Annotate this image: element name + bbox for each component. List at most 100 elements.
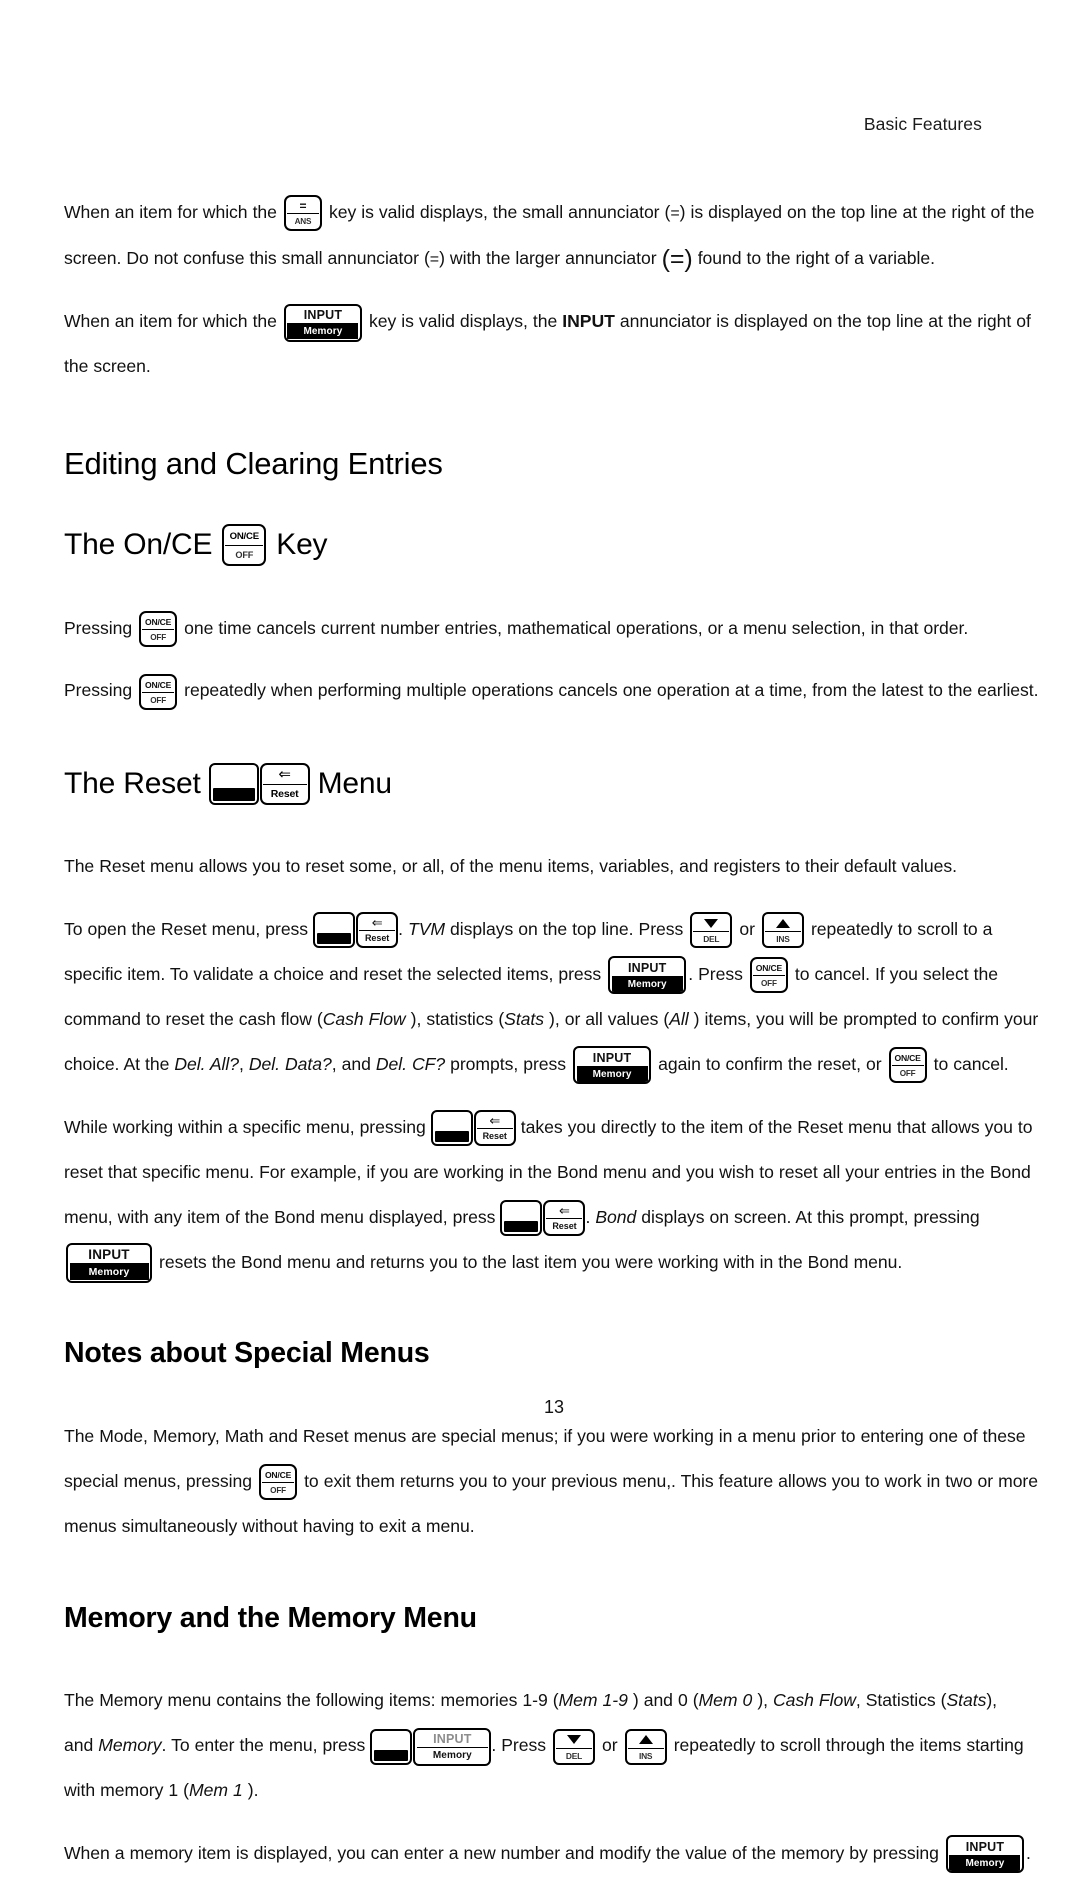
reset-p2-text-g: ), statistics ( (410, 1008, 505, 1029)
reset-key-bottom-label-3: Reset (552, 1220, 577, 1231)
heading-the-reset-menu: The Reset ⇐ Reset Menu (64, 762, 1044, 805)
del-all-prompt: Del. All? (174, 1053, 240, 1074)
stats-term-1: Stats (504, 1008, 544, 1029)
editing-paragraph-2: Pressing ON/CE OFF repeatedly when perfor… (64, 668, 1044, 713)
heading-editing-and-clearing-entries: Editing and Clearing Entries (64, 445, 443, 481)
input-memory-key-icon-3: INPUT Memory (573, 1046, 652, 1085)
tvm-term: TVM (408, 918, 445, 939)
input-memory-key-icon-5: INPUT Memory (945, 1835, 1024, 1874)
memory-paragraph-2: When a memory item is displayed, you can… (64, 1831, 1044, 1876)
intro-p2-text-b: key is valid displays, the (368, 311, 558, 332)
memory-p1-text-g: . Press (491, 1735, 546, 1756)
on-ce-key-bottom-label-2: OFF (150, 695, 166, 705)
on-ce-key-bottom-label-3: OFF (760, 979, 777, 989)
input-key-top-label-2: INPUT (611, 960, 683, 977)
intro-p1-text-e: found to the right of a variable. (697, 247, 935, 268)
reset-paragraph-3: While working within a specific menu, pr… (64, 1105, 1044, 1285)
on-ce-key-top-label: ON/CE (225, 527, 264, 546)
del-key-bottom-label: DEL (703, 934, 720, 945)
memory-p1-text-c: ), (757, 1690, 768, 1711)
second-function-key-icon-1 (313, 912, 356, 949)
input-key-top-label: INPUT (287, 307, 359, 325)
equals-annunciator-small-2: = (429, 250, 440, 268)
del-key-down-arrow-icon (693, 915, 730, 933)
reset-key-arrow-icon-2: ⇐ (476, 1113, 513, 1129)
memory-paragraph-1: The Memory menu contains the following i… (64, 1678, 1044, 1813)
input-key-bottom-label-2: Memory (611, 976, 683, 992)
cash-flow-term-2: Cash Flow (773, 1690, 856, 1711)
ins-key-up-arrow-icon (764, 915, 801, 933)
bond-term: Bond (595, 1206, 637, 1227)
memory-p2-text-b: . (1025, 1842, 1031, 1863)
memory-p1-text-f: . To enter the menu, press (161, 1735, 366, 1756)
notes-paragraph-1: The Mode, Memory, Math and Reset menus a… (64, 1414, 1044, 1549)
reset-key-icon-heading: ⇐ Reset (259, 762, 310, 805)
reset-p3-text-c: . (585, 1206, 591, 1227)
intro-paragraph-1: When an item for which the = ANS key is v… (64, 190, 1044, 282)
heading-notes-about-special-menus: Notes about Special Menus (64, 1337, 430, 1370)
reset-key-bottom-label-1: Reset (364, 933, 390, 944)
second-key-blank-face-3 (504, 1203, 539, 1221)
memory-key-icon: INPUT Memory (413, 1727, 492, 1766)
reset-key-arrow-icon-3: ⇐ (546, 1203, 583, 1219)
second-reset-key-pair-2: ⇐ Reset (430, 1105, 516, 1150)
second-function-key-icon-heading (208, 762, 259, 805)
second-key-black-bar-4 (374, 1749, 409, 1761)
second-reset-key-pair-1: ⇐ Reset (313, 907, 399, 952)
all-term: All (669, 1008, 689, 1029)
ans-key-bottom-label: ANS (294, 216, 312, 226)
reset-key-arrow-icon-1: ⇐ (359, 915, 396, 932)
input-key-bottom-label: Memory (287, 324, 359, 340)
on-ce-key-top-label-1: ON/CE (142, 614, 175, 630)
memory-p1-text-b: ) and 0 ( (632, 1690, 699, 1711)
reset-p2-text-l: to cancel. (933, 1053, 1009, 1074)
page-folio: 13 (64, 1397, 1044, 1418)
input-memory-key-icon-2: INPUT Memory (608, 956, 687, 995)
intro-p1-text-b: key is valid displays, the small annunci… (328, 201, 671, 222)
second-key-blank-face-1 (317, 916, 352, 934)
on-ce-key-icon-3: ON/CE OFF (749, 957, 788, 994)
memory-key-top-label: INPUT (416, 1731, 488, 1749)
intro-p1-text-a: When an item for which the (64, 201, 277, 222)
ins-key-up-arrow-icon-2 (627, 1732, 664, 1749)
memory-key-bottom-label: Memory (432, 1750, 472, 1762)
second-key-black-bar-3 (504, 1220, 539, 1232)
on-ce-key-bottom-label-4: OFF (899, 1069, 916, 1079)
mem-1-9-term: Mem 1-9 (558, 1690, 628, 1711)
heading-once-post-text: Key (276, 527, 328, 561)
reset-key-icon-1: ⇐ Reset (356, 912, 399, 949)
page-number: 13 (543, 1397, 565, 1417)
memory-p2-text-a: When a memory item is displayed, you can… (64, 1842, 939, 1863)
del-key-bottom-label-2: DEL (565, 1750, 583, 1761)
reset-key-bottom-label: Reset (270, 787, 299, 800)
on-ce-key-top-label-3: ON/CE (752, 960, 785, 977)
editing-p1-text-a: Pressing (64, 617, 133, 638)
manual-page: Basic Features When an item for which th… (0, 0, 1080, 1874)
second-function-key-icon-3 (500, 1199, 543, 1236)
memory-p1-or: or (602, 1735, 618, 1756)
mem-1-term: Mem 1 (188, 1780, 243, 1801)
on-ce-key-icon-4: ON/CE OFF (888, 1047, 927, 1084)
editing-p2-text-a: Pressing (64, 680, 133, 701)
on-ce-key-icon-1: ON/CE OFF (139, 610, 178, 647)
del-key-icon-2: DEL (553, 1728, 595, 1765)
heading-the-on-ce-key: The On/CE ON/CE OFF Key (64, 523, 1044, 566)
ins-key-bottom-label-2: INS (638, 1750, 653, 1761)
reset-p2-text-c: displays on the top line. Press (450, 918, 684, 939)
second-key-blank-face-4 (374, 1732, 409, 1750)
second-key-black-bar-2 (434, 1130, 469, 1142)
input-key-bottom-label-5: Memory (949, 1855, 1021, 1871)
second-key-blank-face-2 (434, 1113, 469, 1131)
on-ce-key-icon-2: ON/CE OFF (139, 673, 178, 710)
reset-p2-text-e: . Press (688, 963, 743, 984)
intro-paragraph-2: When an item for which the INPUT Memory k… (64, 299, 1044, 389)
equals-annunciator-large: (=) (661, 244, 693, 273)
reset-paragraph-2: To open the Reset menu, press ⇐ Reset. TV… (64, 907, 1044, 1087)
del-key-icon-1: DEL (690, 912, 733, 949)
reset-p2-text-b: . (398, 918, 403, 939)
second-memory-key-pair: INPUT Memory (370, 1723, 492, 1768)
second-key-black-bar-1 (317, 933, 352, 945)
input-key-top-label-5: INPUT (949, 1839, 1021, 1856)
ans-key-icon: = ANS (283, 194, 322, 231)
reset-p2-text-h: ), or all values ( (549, 1008, 670, 1029)
